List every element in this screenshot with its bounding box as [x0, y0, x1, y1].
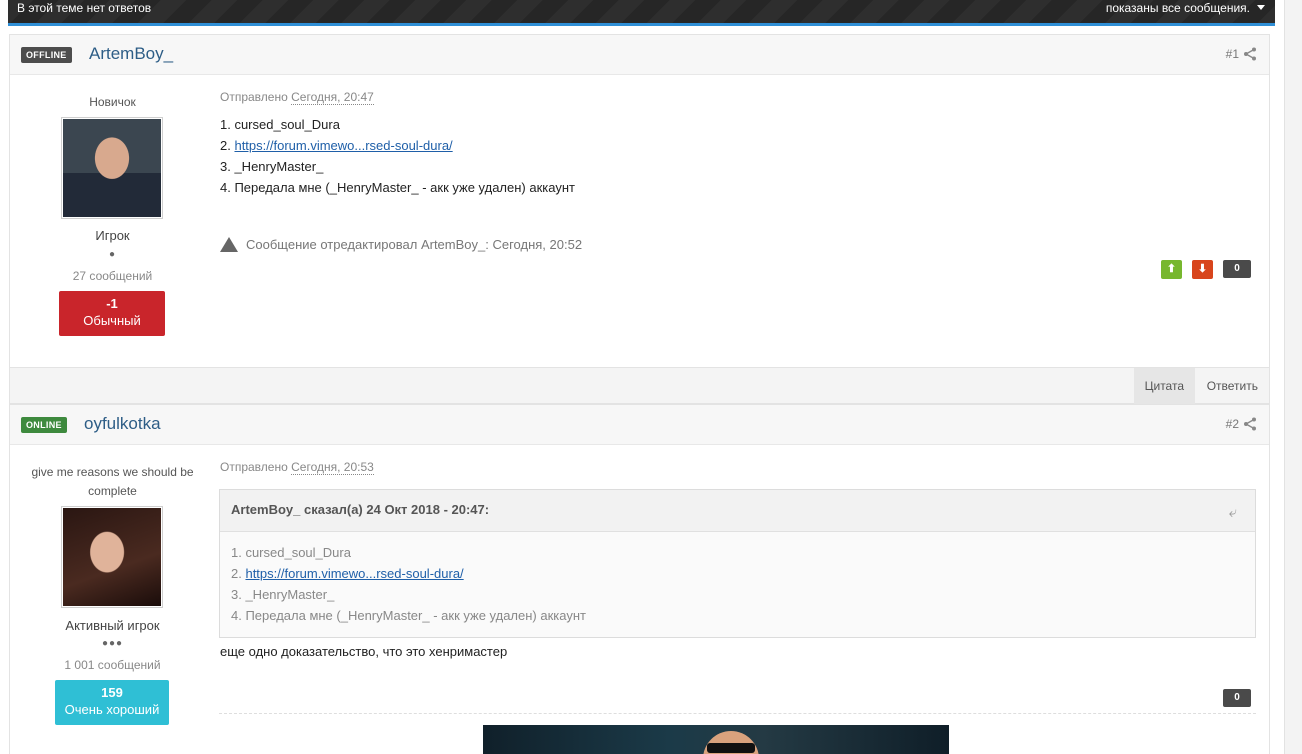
forum-link[interactable]: https://forum.vimewo...rsed-soul-dura/	[245, 566, 463, 581]
rank-pips: ●●●	[101, 638, 124, 649]
post-header: ONLINE oyfulkotka #2	[10, 405, 1269, 445]
reputation-count: 0	[1223, 260, 1251, 278]
quote-button[interactable]: Цитата	[1133, 368, 1195, 404]
post-1: OFFLINE ArtemBoy_ #1 Новичок Игрок ● 27 …	[9, 34, 1270, 368]
author-rank: Новичок	[10, 95, 215, 109]
posted-prefix: Отправлено	[220, 90, 288, 104]
signature-divider	[219, 713, 1256, 714]
reputation-badge: -1 Обычный	[59, 291, 165, 336]
quote-line: 1. cursed_soul_Dura	[231, 545, 351, 560]
forum-link[interactable]: https://forum.vimewo...rsed-soul-dura/	[234, 138, 452, 153]
avatar[interactable]	[61, 117, 163, 219]
quote-citation: ArtemBoy_ сказал(а) 24 Окт 2018 - 20:47:	[231, 502, 490, 517]
reputation-badge: 159 Очень хороший	[55, 680, 169, 725]
filter-dropdown[interactable]: показаны все сообщения.	[1106, 1, 1250, 15]
body-line: 1. cursed_soul_Dura	[220, 117, 340, 132]
rank-title: give me reasons we should be complete	[31, 465, 194, 498]
member-group: Активный игрок	[65, 618, 160, 633]
quote-line: 3. _HenryMaster_	[231, 587, 335, 602]
post-actions-bar: Цитата Ответить	[9, 367, 1270, 404]
posted-date: Отправлено Сегодня, 20:47	[220, 90, 374, 105]
body-line: 3. _HenryMaster_	[220, 159, 324, 174]
warning-icon	[220, 237, 238, 252]
topic-toolbar: В этой теме нет ответов показаны все соо…	[8, 0, 1275, 26]
rank-title: Новичок	[89, 95, 136, 109]
reputation-label: Обычный	[83, 313, 141, 328]
quote-header: ArtemBoy_ сказал(а) 24 Окт 2018 - 20:47:…	[220, 490, 1255, 532]
post-count: 27 сообщений	[72, 269, 153, 283]
reply-button[interactable]: Ответить	[1196, 368, 1269, 404]
post-number-link[interactable]: #1	[1226, 47, 1239, 61]
body-line: 2. https://forum.vimewo...rsed-soul-dura…	[220, 138, 453, 153]
body-line: 4. Передала мне (_HenryMaster_ - акк уже…	[220, 180, 575, 195]
posted-date: Отправлено Сегодня, 20:53	[220, 460, 374, 475]
reputation-value: -1	[106, 296, 118, 311]
body-line: еще одно доказательство, что это хенрима…	[220, 644, 508, 659]
quote-jump-icon[interactable]: ⤶	[1229, 504, 1237, 521]
vote-down-button[interactable]: ⬇	[1192, 260, 1213, 279]
edit-note-text: Сообщение отредактировал ArtemBoy_: Сего…	[246, 237, 583, 252]
post-count: 1 001 сообщений	[64, 658, 161, 672]
member-group: Игрок	[95, 228, 130, 243]
vote-up-button[interactable]: ⬆	[1161, 260, 1182, 279]
status-badge: ONLINE	[21, 417, 67, 433]
avatar[interactable]	[61, 506, 163, 608]
post-body: еще одно доказательство, что это хенрима…	[220, 641, 507, 662]
post-header: OFFLINE ArtemBoy_ #1	[10, 35, 1269, 75]
posted-timestamp: Сегодня, 20:53	[291, 460, 374, 475]
edit-note: Сообщение отредактировал ArtemBoy_: Сего…	[220, 237, 582, 252]
rank-pips: ●	[108, 249, 117, 260]
signature-image	[483, 725, 949, 754]
author-username[interactable]: ArtemBoy_	[89, 44, 173, 64]
no-replies-text: В этой теме нет ответов	[17, 1, 152, 15]
post-body: 1. cursed_soul_Dura 2. https://forum.vim…	[220, 114, 575, 198]
quote-line: 2. https://forum.vimewo...rsed-soul-dura…	[231, 566, 464, 581]
reputation-count: 0	[1223, 689, 1251, 707]
quote-body: 1. cursed_soul_Dura 2. https://forum.vim…	[231, 542, 586, 626]
posted-timestamp: Сегодня, 20:47	[291, 90, 374, 105]
chevron-down-icon[interactable]	[1257, 5, 1265, 10]
quote-line: 4. Передала мне (_HenryMaster_ - акк уже…	[231, 608, 586, 623]
post-number-link[interactable]: #2	[1226, 417, 1239, 431]
posted-prefix: Отправлено	[220, 460, 288, 474]
reputation-label: Очень хороший	[64, 702, 160, 717]
reputation-value: 159	[101, 685, 123, 700]
quote-block: ArtemBoy_ сказал(а) 24 Окт 2018 - 20:47:…	[219, 489, 1256, 638]
author-rank: give me reasons we should be complete	[10, 463, 215, 501]
status-badge: OFFLINE	[21, 47, 72, 63]
page-scroll-gutter	[1284, 0, 1302, 754]
share-icon[interactable]	[1243, 417, 1257, 431]
share-icon[interactable]	[1243, 47, 1257, 61]
author-username[interactable]: oyfulkotka	[84, 414, 161, 434]
